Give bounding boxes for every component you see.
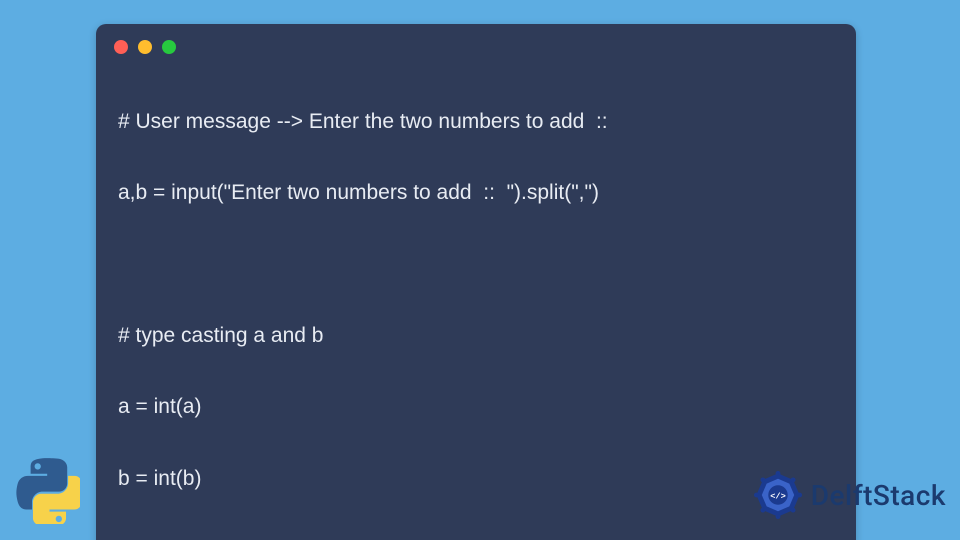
delftstack-logo-icon: </> <box>751 468 805 522</box>
code-line: b = int(b) <box>118 461 834 497</box>
code-block: # User message --> Enter the two numbers… <box>96 62 856 540</box>
code-line-blank <box>118 246 834 282</box>
code-line: # type casting a and b <box>118 318 834 354</box>
code-line: a,b = input("Enter two numbers to add ::… <box>118 175 834 211</box>
code-window: # User message --> Enter the two numbers… <box>96 24 856 540</box>
close-dot-icon <box>114 40 128 54</box>
code-line-blank <box>118 532 834 540</box>
code-line: a = int(a) <box>118 389 834 425</box>
svg-text:</>: </> <box>770 491 786 501</box>
brand-block: </> DelftStack <box>751 468 946 522</box>
python-logo-icon <box>14 458 80 524</box>
maximize-dot-icon <box>162 40 176 54</box>
code-line: # User message --> Enter the two numbers… <box>118 104 834 140</box>
brand-name: DelftStack <box>811 479 946 512</box>
window-controls <box>96 24 856 62</box>
minimize-dot-icon <box>138 40 152 54</box>
